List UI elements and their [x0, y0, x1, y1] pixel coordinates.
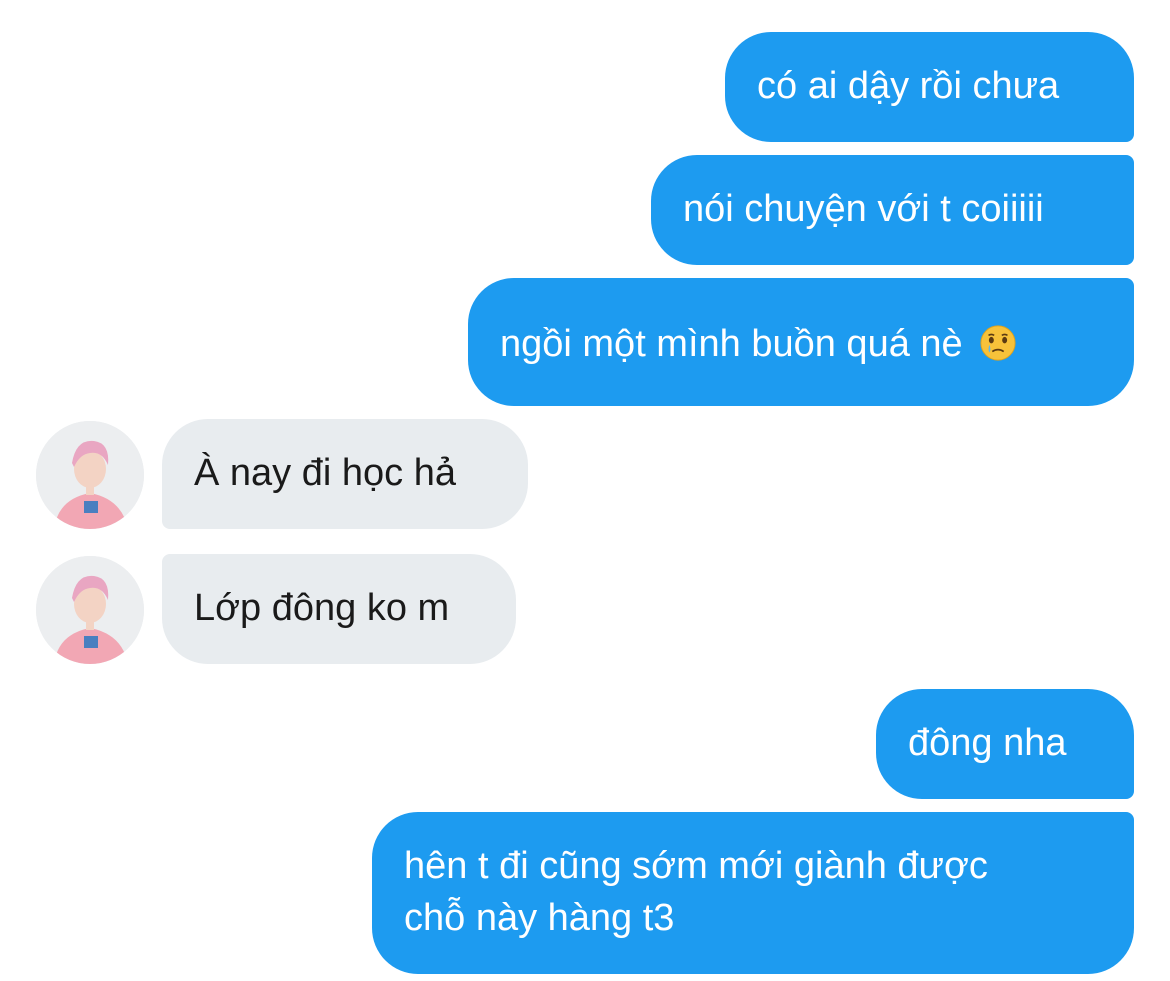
- message-bubble-outgoing[interactable]: ngồi một mình buồn quá nè: [468, 278, 1134, 406]
- message-bubble-outgoing[interactable]: nói chuyện với t coiiiii: [651, 155, 1134, 265]
- message-bubble-outgoing[interactable]: hên t đi cũng sớm mới giành được chỗ này…: [372, 812, 1134, 974]
- message-text: có ai dậy rồi chưa: [757, 65, 1060, 107]
- message-text: Lớp đông ko m: [194, 587, 450, 629]
- message-bubble-outgoing[interactable]: có ai dậy rồi chưa: [725, 32, 1134, 142]
- message-text: đông nha: [908, 722, 1067, 764]
- contact-avatar[interactable]: [36, 556, 144, 664]
- message-text: ngồi một mình buồn quá nè: [500, 323, 963, 365]
- contact-avatar[interactable]: [36, 421, 144, 529]
- message-text: À nay đi học hả: [194, 452, 456, 494]
- face-holding-back-tears-icon: [979, 324, 1017, 362]
- message-text-line: chỗ này hàng t3: [404, 897, 675, 939]
- message-bubble-incoming[interactable]: À nay đi học hả: [162, 419, 528, 529]
- message-text: nói chuyện với t coiiiii: [683, 188, 1044, 230]
- message-text-line: hên t đi cũng sớm mới giành được: [404, 845, 988, 887]
- message-bubble-incoming[interactable]: Lớp đông ko m: [162, 554, 516, 664]
- message-bubble-outgoing[interactable]: đông nha: [876, 689, 1134, 799]
